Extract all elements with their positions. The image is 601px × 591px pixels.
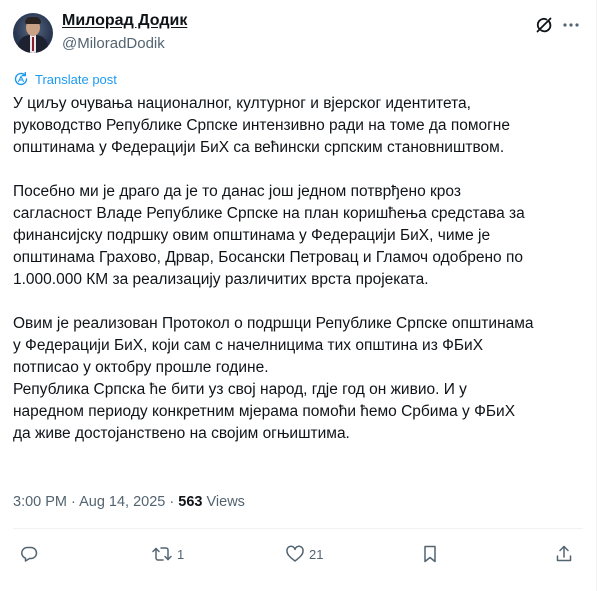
views-label: Views <box>206 494 245 510</box>
action-bar: 1 21 <box>0 538 597 572</box>
translate-icon <box>14 71 28 86</box>
like-button[interactable]: 21 <box>285 544 323 564</box>
post-line: Република Српска ће бити уз свој народ, … <box>13 381 467 398</box>
author-handle[interactable]: @MiloradDodik <box>62 35 165 52</box>
post-line: сагласност Владе Републике Српске на пла… <box>13 205 525 222</box>
post-line: Овим је реализован Протокол о подршци Ре… <box>13 315 534 332</box>
post-line: у Федерацији БиХ, који сам с начелницима… <box>13 337 484 354</box>
post-line: руководство Републике Српске интензивно … <box>13 117 510 134</box>
share-button[interactable] <box>554 544 574 564</box>
repost-icon <box>152 547 172 561</box>
bookmark-button[interactable] <box>420 544 440 564</box>
author-name[interactable]: Милорад Додик <box>62 12 187 30</box>
post-date[interactable]: Aug 14, 2025 <box>79 494 165 510</box>
share-icon <box>556 545 572 562</box>
post-body: У циљу очувања националног, културног и … <box>13 93 585 445</box>
meta-separator: · <box>67 494 80 510</box>
post-line: општинама Грахово, Дрвар, Босански Петро… <box>13 249 523 266</box>
post-paragraph: Овим је реализован Протокол о подршци Ре… <box>13 313 585 445</box>
bookmark-icon <box>424 545 436 563</box>
post-line: Посебно ми је драго да је то данас још ј… <box>13 183 461 200</box>
grok-icon[interactable] <box>534 15 554 35</box>
reply-icon <box>21 546 38 562</box>
divider <box>13 528 583 529</box>
more-icon[interactable] <box>561 15 581 35</box>
translate-post-link[interactable]: Translate post <box>13 71 117 87</box>
post-card: Милорад Додик @MiloradDodik Translate po… <box>0 0 597 591</box>
post-line: општинама у Федерацији БиХ са већински с… <box>13 139 505 156</box>
translate-label: Translate post <box>35 71 117 87</box>
reply-button[interactable] <box>19 544 43 564</box>
repost-button[interactable]: 1 <box>151 544 184 564</box>
like-icon <box>286 545 304 562</box>
post-line: 1.000.000 КМ за реализацију различитих в… <box>13 271 429 288</box>
views-count: 563 <box>178 494 203 510</box>
post-line: наредном периоду конкретним мјерама помо… <box>13 403 516 420</box>
post-paragraph: Посебно ми је драго да је то данас још ј… <box>13 181 585 291</box>
post-line: потписао у октобру прошле године. <box>13 359 269 376</box>
post-line: финансијску подршку овим општинама у Фед… <box>13 227 491 244</box>
post-line: У циљу очувања националног, културног и … <box>13 95 471 112</box>
like-count: 21 <box>309 546 324 562</box>
post-line: да живе достојанствено на својим огњишти… <box>13 425 350 442</box>
post-time[interactable]: 3:00 PM <box>13 494 67 510</box>
post-paragraph: У циљу очувања националног, културног и … <box>13 93 585 159</box>
repost-count: 1 <box>177 546 185 562</box>
avatar[interactable] <box>13 13 53 53</box>
meta-separator: · <box>165 494 179 510</box>
post-meta: 3:00 PM · Aug 14, 2025 · 563 Views <box>13 494 245 510</box>
